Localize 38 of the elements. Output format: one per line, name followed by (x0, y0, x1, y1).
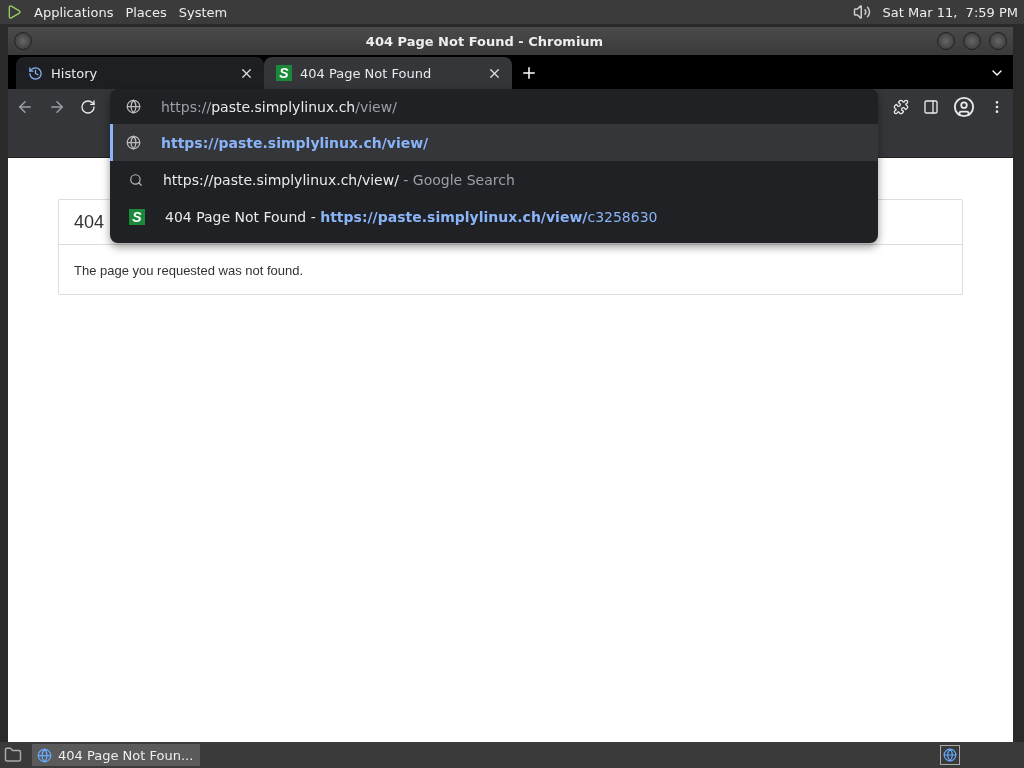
suggestion-text: https://paste.simplylinux.ch/view/ (161, 134, 429, 151)
browser-tab[interactable]: S 404 Page Not Found (264, 57, 512, 89)
menu-item[interactable]: Places (125, 4, 167, 20)
window-title: 404 Page Not Found - Chromium (364, 33, 605, 49)
globe-icon (126, 135, 141, 150)
side-panel-icon[interactable] (923, 98, 939, 115)
error-message: The page you requested was not found. (74, 263, 304, 278)
search-icon (129, 172, 143, 187)
menu-item[interactable]: System (178, 4, 228, 20)
error-heading: 404 (74, 211, 105, 233)
suggestion-text: 404 Page Not Found - https://paste.simplylinux.ch/view/c3258630 (165, 208, 658, 225)
suggestion-row[interactable]: https://paste.simplylinux.ch/view/ - Google Search (110, 161, 878, 198)
profile-icon[interactable] (953, 95, 975, 118)
address-field[interactable]: https://paste.simplylinux.ch/view/ (110, 89, 878, 124)
suggestion-text: https://paste.simplylinux.ch/view/ - Google Search (163, 171, 515, 188)
taskbar-item[interactable]: 404 Page Not Foun... (32, 744, 200, 766)
browser-tray-button[interactable] (940, 745, 960, 765)
logo-icon (6, 4, 22, 20)
globe-icon (37, 747, 52, 763)
browser-tab[interactable]: History (16, 57, 264, 89)
extensions-icon[interactable] (893, 98, 909, 115)
new-tab-icon[interactable] (520, 64, 538, 82)
suggestion-row[interactable]: https://paste.simplylinux.ch/view/ (110, 124, 878, 161)
history-icon (28, 65, 43, 81)
suggestion-row[interactable]: S 404 Page Not Found - https://paste.simplylinux.ch/view/c3258630 (110, 198, 878, 235)
site-favicon: S (129, 208, 145, 225)
desktop-icon[interactable] (4, 746, 22, 764)
close-button[interactable] (989, 32, 1007, 50)
reload-icon[interactable] (80, 98, 96, 115)
minimize-button[interactable] (937, 32, 955, 50)
site-favicon: S (276, 65, 292, 81)
globe-icon (126, 99, 141, 114)
speaker-icon[interactable] (852, 3, 871, 21)
clock: Sat Mar 11, 7:59 PM (882, 4, 1018, 20)
menu-item[interactable]: Applications (34, 4, 114, 20)
maximize-button[interactable] (963, 32, 981, 50)
window-menu-button[interactable] (14, 32, 32, 50)
globe-icon (943, 748, 957, 762)
